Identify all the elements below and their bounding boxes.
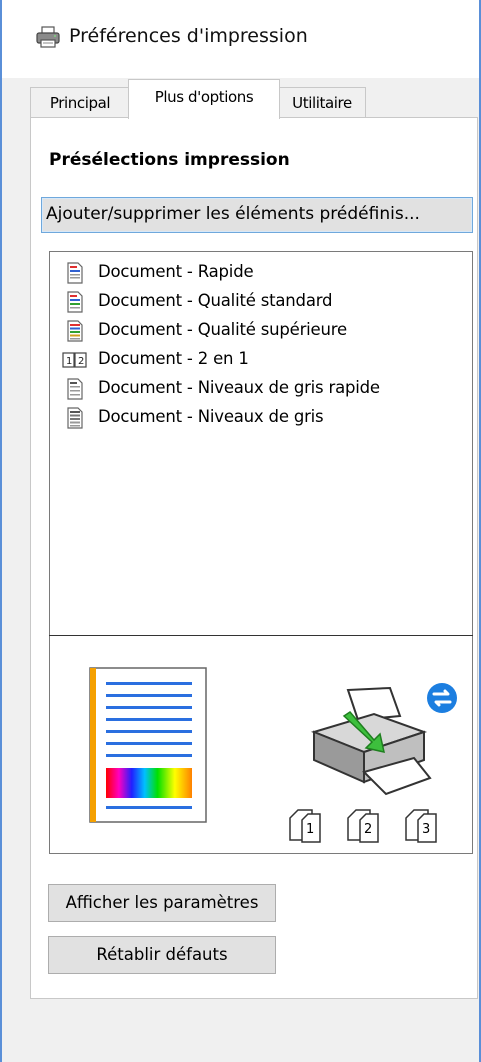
collate-pages: 1 2 3 [288,806,468,846]
preset-item-document-niveaux-de-gris-rapide[interactable]: Document - Niveaux de gris rapide [66,376,466,404]
tab-principal[interactable]: Principal [30,87,130,118]
collate-page-number: 3 [422,822,431,837]
document-color-standard-icon [67,291,83,313]
two-way-arrows-icon[interactable] [426,682,458,714]
tab-label: Principal [49,94,111,112]
tab-label: Plus d'options [154,88,254,106]
document-grayscale-fast-icon [67,378,83,400]
preset-label: Document - 2 en 1 [98,349,249,368]
preset-label: Document - Niveaux de gris rapide [98,378,380,397]
document-color-fast-icon [67,262,83,284]
tab-strip: Principal Plus d'options Utilitaire [30,79,473,119]
page-preview-icon [89,667,207,823]
show-settings-button[interactable]: Afficher les paramètres [48,884,276,922]
preset-item-document-qualite-superieure[interactable]: Document - Qualité supérieure [66,318,466,346]
collate-page-number: 2 [364,822,373,837]
printer-icon [36,26,60,48]
preview-area: 1 2 3 [49,636,473,854]
presets-list[interactable]: Document - Rapide Document - Qualité sta… [49,251,473,636]
print-preferences-window: Préférences d'impression Principal Plus … [0,0,481,1062]
document-color-high-icon [67,320,83,342]
presets-heading: Présélections impression [49,150,290,170]
svg-text:1: 1 [66,356,72,367]
preset-label: Document - Niveaux de gris [98,407,324,426]
collate-page-2: 2 [346,806,398,846]
tab-utilitaire[interactable]: Utilitaire [278,87,366,118]
preset-label: Document - Qualité standard [98,291,333,310]
window-title: Préférences d'impression [69,25,308,47]
tab-panel-plus-d-options: Présélections impression Ajouter/supprim… [30,117,478,999]
preset-label: Document - Rapide [98,262,254,281]
preset-item-document-qualite-standard[interactable]: Document - Qualité standard [66,289,466,317]
two-up-icon: 1 2 [62,352,87,368]
svg-text:2: 2 [78,356,84,367]
preset-item-document-2-en-1[interactable]: 1 2 Document - 2 en 1 [62,347,466,375]
title-bar[interactable]: Préférences d'impression [2,0,479,78]
document-grayscale-icon [67,407,83,429]
preset-item-document-niveaux-de-gris[interactable]: Document - Niveaux de gris [66,405,466,433]
tab-plus-d-options[interactable]: Plus d'options [128,79,280,119]
restore-defaults-button[interactable]: Rétablir défauts [48,936,276,974]
collate-page-1: 1 [288,806,340,846]
preset-label: Document - Qualité supérieure [98,320,347,339]
add-remove-presets-button[interactable]: Ajouter/supprimer les éléments prédéfini… [41,197,473,233]
collate-page-number: 1 [306,822,315,837]
preset-item-document-rapide[interactable]: Document - Rapide [66,260,466,288]
printer-paper-feed-icon [310,686,432,796]
collate-page-3: 3 [404,806,456,846]
tab-label: Utilitaire [292,94,352,112]
window-border-left [0,0,2,1062]
